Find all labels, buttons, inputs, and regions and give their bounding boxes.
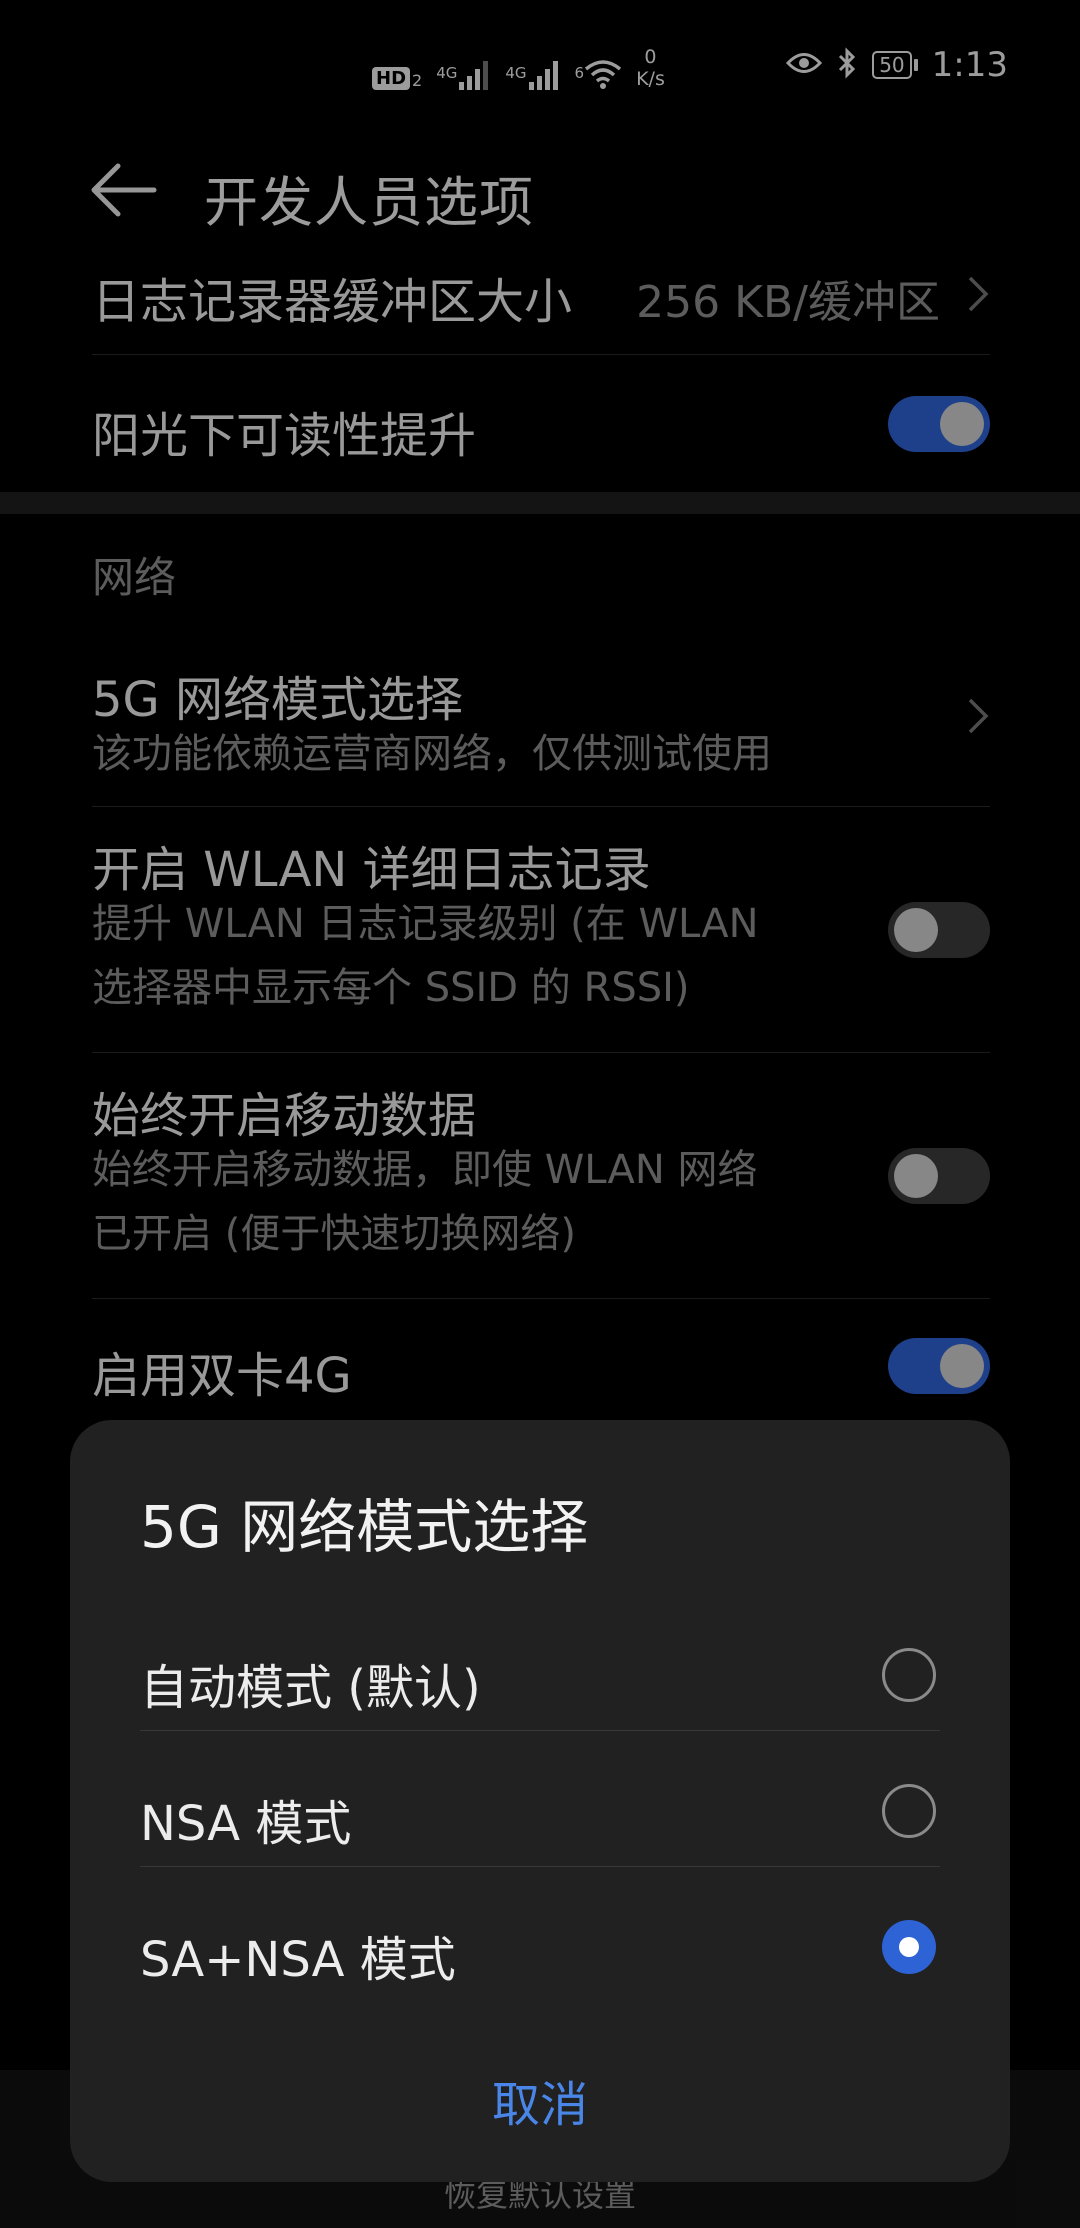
nr-mode-dialog: 5G 网络模式选择 自动模式 (默认) NSA 模式 SA+NSA 模式 取消	[70, 1420, 1010, 2182]
radio-button-selected[interactable]	[882, 1920, 936, 1974]
option-nsa-mode[interactable]: NSA 模式	[140, 1746, 940, 1882]
divider	[140, 1730, 940, 1731]
option-label: 自动模式 (默认)	[140, 1660, 481, 1716]
radio-button[interactable]	[882, 1784, 936, 1838]
option-auto-mode[interactable]: 自动模式 (默认)	[140, 1610, 940, 1746]
radio-dot	[899, 1937, 919, 1957]
option-label: NSA 模式	[140, 1796, 352, 1852]
cancel-button[interactable]: 取消	[70, 2060, 1010, 2150]
option-label: SA+NSA 模式	[140, 1932, 456, 1988]
option-sa-nsa-mode[interactable]: SA+NSA 模式	[140, 1882, 940, 2018]
divider	[140, 1866, 940, 1867]
radio-button[interactable]	[882, 1648, 936, 1702]
dialog-title: 5G 网络模式选择	[140, 1493, 589, 1561]
